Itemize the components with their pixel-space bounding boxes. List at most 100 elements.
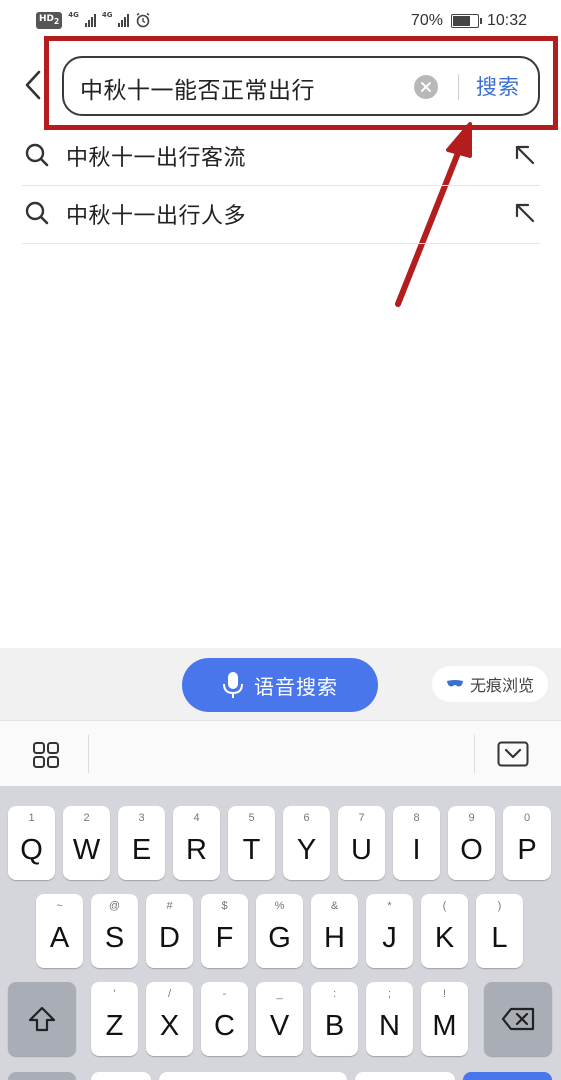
key-z[interactable]: ' Z	[91, 982, 138, 1056]
key-label: C	[214, 1010, 235, 1042]
key-label: W	[72, 834, 101, 866]
enter-key[interactable]	[463, 1072, 552, 1080]
battery-percent: 70%	[410, 12, 443, 29]
key-label: K	[434, 922, 455, 954]
key-g[interactable]: % G	[256, 894, 303, 968]
key-k[interactable]: (K	[421, 894, 468, 968]
incognito-label: 无痕浏览	[469, 676, 534, 695]
key-hint: ~	[56, 900, 63, 912]
emoji-key[interactable]	[91, 1072, 151, 1080]
key-t[interactable]: 5T	[228, 806, 275, 880]
search-box[interactable]: 中秋十一能否正常出行 搜索	[62, 56, 540, 116]
signal-icon-1	[84, 13, 96, 28]
key-hint: 6	[303, 812, 310, 824]
network-type-2: 4G	[101, 11, 113, 19]
key-label: A	[49, 922, 70, 954]
key-hint: !	[442, 988, 447, 1000]
key-e[interactable]: 3E	[118, 806, 165, 880]
key-label: Q	[20, 834, 43, 866]
toolbar-divider	[474, 735, 475, 773]
key-m[interactable]: ! M	[421, 982, 468, 1056]
key-hint: 4	[193, 812, 200, 824]
key-label: Z	[105, 1010, 124, 1042]
backspace-key[interactable]	[484, 982, 552, 1056]
keyboard: 1Q 2W 3E 4R 5T 6Y 7U 8I 9O 0P ~ A @ S # D $…	[0, 786, 561, 1080]
battery-icon	[450, 14, 482, 28]
keyboard-collapse-icon[interactable]	[497, 741, 529, 767]
key-f[interactable]: $ F	[201, 894, 248, 968]
key-r[interactable]: 4R	[173, 806, 220, 880]
key-hint: #	[166, 900, 173, 912]
key-s[interactable]: @ S	[91, 894, 138, 968]
status-left: HD2 4G 4G	[36, 12, 151, 29]
voice-bar: 语音搜索 无痕浏览	[0, 648, 561, 720]
key-hint: &	[330, 900, 339, 912]
key-h[interactable]: & H	[311, 894, 358, 968]
key-u[interactable]: 7U	[338, 806, 385, 880]
key-label: L	[491, 922, 508, 954]
key-hint: /	[167, 988, 172, 1000]
key-d[interactable]: # D	[146, 894, 193, 968]
key-hint: 9	[468, 812, 475, 824]
key-a[interactable]: ~ A	[36, 894, 83, 968]
key-p[interactable]: 0P	[503, 806, 551, 880]
language-key[interactable]	[355, 1072, 455, 1080]
key-hint: )	[497, 900, 502, 912]
back-button[interactable]	[20, 68, 46, 102]
arrow-up-left-icon[interactable]	[514, 144, 536, 166]
key-label: H	[324, 922, 345, 954]
key-q[interactable]: 1Q	[8, 806, 55, 880]
key-hint: *	[387, 900, 392, 912]
key-hint: 3	[138, 812, 145, 824]
key-hint: -	[222, 988, 227, 1000]
search-input[interactable]: 中秋十一能否正常出行	[80, 71, 315, 105]
status-right: 70% 10:32	[411, 12, 527, 30]
voice-search-label: 语音搜索	[254, 674, 338, 699]
key-label: V	[269, 1010, 290, 1042]
key-hint: 5	[248, 812, 255, 824]
key-label: X	[159, 1010, 180, 1042]
symbol-key[interactable]	[8, 1072, 76, 1080]
grid-icon[interactable]	[32, 741, 60, 769]
key-label: Y	[296, 834, 317, 866]
clock: 10:32	[486, 12, 527, 29]
arrow-up-left-icon[interactable]	[514, 202, 536, 224]
key-n[interactable]: ; N	[366, 982, 413, 1056]
key-o[interactable]: 9O	[448, 806, 495, 880]
mask-icon	[446, 680, 463, 687]
key-b[interactable]: :B	[311, 982, 358, 1056]
key-w[interactable]: 2W	[63, 806, 110, 880]
clear-button[interactable]	[414, 75, 438, 99]
key-label: F	[215, 922, 234, 954]
shift-key[interactable]	[8, 982, 76, 1056]
search-button[interactable]: 搜索	[476, 71, 520, 101]
key-x[interactable]: / X	[146, 982, 193, 1056]
space-key[interactable]	[159, 1072, 347, 1080]
key-hint: ;	[387, 988, 392, 1000]
key-label: I	[412, 834, 421, 866]
key-label: S	[104, 922, 125, 954]
toolbar-divider	[88, 735, 89, 773]
key-label: E	[131, 834, 152, 866]
key-l[interactable]: ) L	[476, 894, 523, 968]
shift-icon	[8, 982, 76, 1056]
voice-search-button[interactable]: 语音搜索	[182, 658, 378, 712]
key-c[interactable]: -C	[201, 982, 248, 1056]
key-hint: %	[274, 900, 285, 912]
key-hint: 2	[83, 812, 90, 824]
search-icon	[25, 143, 49, 167]
key-hint: 1	[28, 812, 35, 824]
network-type-1: 4G	[68, 11, 79, 19]
key-hint: @	[108, 900, 121, 912]
key-hint: 8	[413, 812, 420, 824]
hd-badge: HD2	[36, 12, 63, 29]
hd-label: HD	[39, 14, 55, 24]
key-i[interactable]: 8I	[393, 806, 440, 880]
incognito-button[interactable]: 无痕浏览	[432, 666, 548, 702]
key-v[interactable]: _ V	[256, 982, 303, 1056]
key-j[interactable]: * J	[366, 894, 413, 968]
suggestion-item[interactable]: 中秋十一出行人多	[22, 186, 540, 244]
search-icon	[25, 201, 49, 225]
suggestion-item[interactable]: 中秋十一出行客流	[22, 128, 540, 186]
key-y[interactable]: 6Y	[283, 806, 330, 880]
